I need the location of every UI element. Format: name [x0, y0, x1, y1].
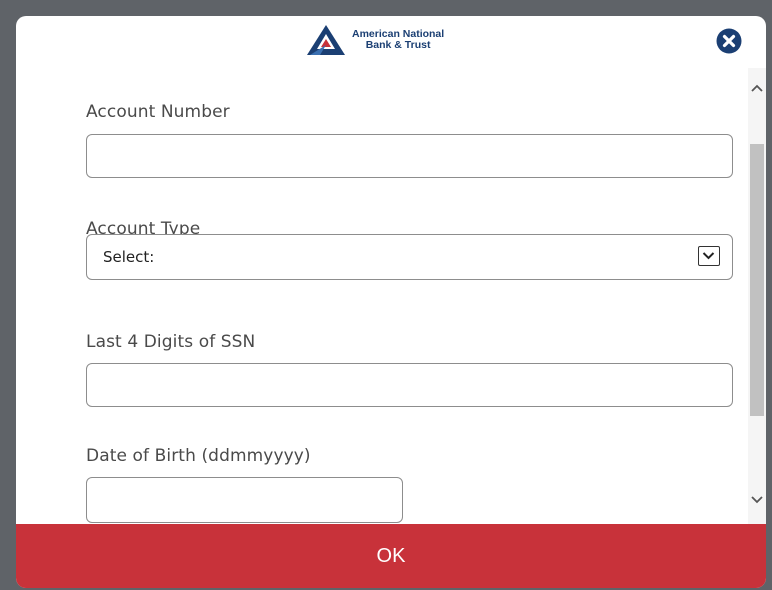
- account-type-select[interactable]: Select:: [86, 234, 733, 280]
- bank-name-line2: Bank & Trust: [365, 39, 431, 51]
- chevron-up-icon: [751, 84, 763, 92]
- dropdown-arrow[interactable]: [698, 246, 720, 266]
- modal-header: American National Bank & Trust: [16, 16, 766, 68]
- bank-name: American National Bank & Trust: [352, 29, 444, 51]
- ok-button[interactable]: OK: [16, 524, 766, 588]
- login-modal: American National Bank & Trust Account N…: [16, 16, 766, 588]
- ssn-last4-input[interactable]: [86, 363, 733, 407]
- account-number-label: Account Number: [86, 102, 230, 122]
- ssn-label: Last 4 Digits of SSN: [86, 332, 256, 352]
- form-scroll-area: Account Number Account Type Select: Last…: [16, 68, 748, 524]
- close-button[interactable]: [716, 28, 742, 54]
- triangle-a-logo-icon: [307, 25, 345, 55]
- vertical-scrollbar[interactable]: [748, 68, 766, 524]
- chevron-down-icon: [702, 252, 715, 260]
- scroll-up-button[interactable]: [748, 80, 766, 98]
- close-icon: [716, 28, 742, 54]
- scroll-down-button[interactable]: [748, 490, 766, 508]
- chevron-down-icon: [751, 496, 763, 504]
- account-number-input[interactable]: [86, 134, 733, 178]
- bank-logo: American National Bank & Trust: [306, 24, 444, 56]
- scrollbar-thumb[interactable]: [750, 144, 764, 416]
- dob-label: Date of Birth (ddmmyyyy): [86, 446, 311, 466]
- dob-input[interactable]: [86, 477, 403, 523]
- account-type-selected-value: Select:: [103, 248, 155, 266]
